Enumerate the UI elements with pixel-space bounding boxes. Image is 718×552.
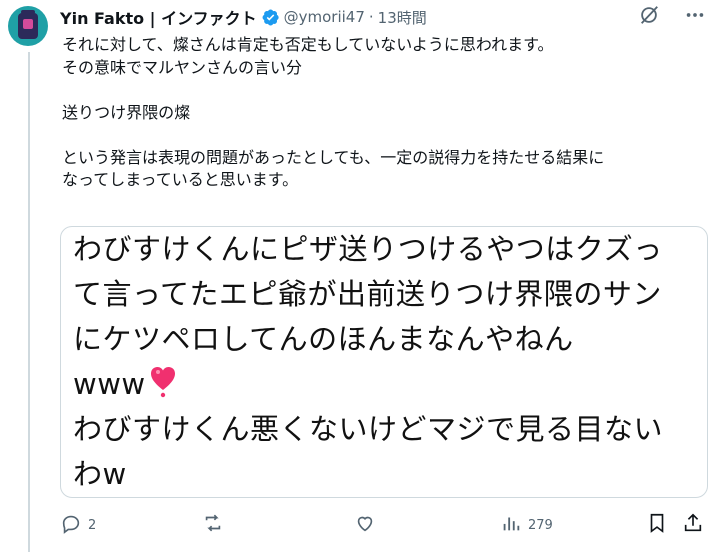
tweet-header: Yin Fakto | インファクト @ymorii47 · 13時間 — [60, 6, 427, 28]
like-button[interactable] — [354, 512, 382, 538]
media-card[interactable]: わびすけくんにピザ送りつけるやつはクズっ て言ってたエピ爺が出前送りつけ界隈のサ… — [60, 226, 708, 498]
tweet-timestamp[interactable]: 13時間 — [378, 7, 427, 28]
avatar-mascot-image — [18, 10, 38, 39]
separator-dot: · — [368, 8, 374, 26]
views-button[interactable]: 279 — [500, 512, 553, 538]
author-handle[interactable]: @ymorii47 — [284, 8, 365, 26]
reply-button[interactable]: 2 — [60, 512, 96, 538]
reply-icon — [60, 512, 82, 538]
tweet-text: それに対して、燦さんは肯定も否定もしていないように思われます。 その意味でマルヤ… — [62, 35, 605, 189]
thread-line — [28, 52, 30, 552]
grok-icon[interactable] — [638, 4, 660, 26]
share-button[interactable] — [682, 512, 704, 538]
share-icon — [682, 512, 704, 538]
media-text-tail: わびすけくん悪くないけどマジで見る目ない わw — [73, 412, 664, 491]
avatar[interactable] — [8, 6, 48, 46]
more-icon[interactable] — [684, 4, 706, 26]
media-image-text: わびすけくんにピザ送りつけるやつはクズっ て言ってたエピ爺が出前送りつけ界隈のサ… — [73, 227, 693, 497]
tweet-actions: 2 279 — [60, 512, 710, 540]
views-count: 279 — [528, 517, 553, 533]
retweet-button[interactable] — [202, 512, 230, 538]
reply-count: 2 — [88, 517, 97, 533]
retweet-icon — [202, 512, 224, 538]
bookmark-icon — [646, 512, 668, 538]
tweet-top-actions — [638, 4, 706, 26]
verified-badge-icon[interactable] — [261, 8, 280, 27]
author-name[interactable]: Yin Fakto | インファクト — [60, 5, 257, 29]
bookmark-button[interactable] — [646, 512, 668, 538]
views-icon — [500, 512, 522, 538]
heart-emoji-icon — [148, 364, 178, 400]
like-icon — [354, 512, 376, 538]
